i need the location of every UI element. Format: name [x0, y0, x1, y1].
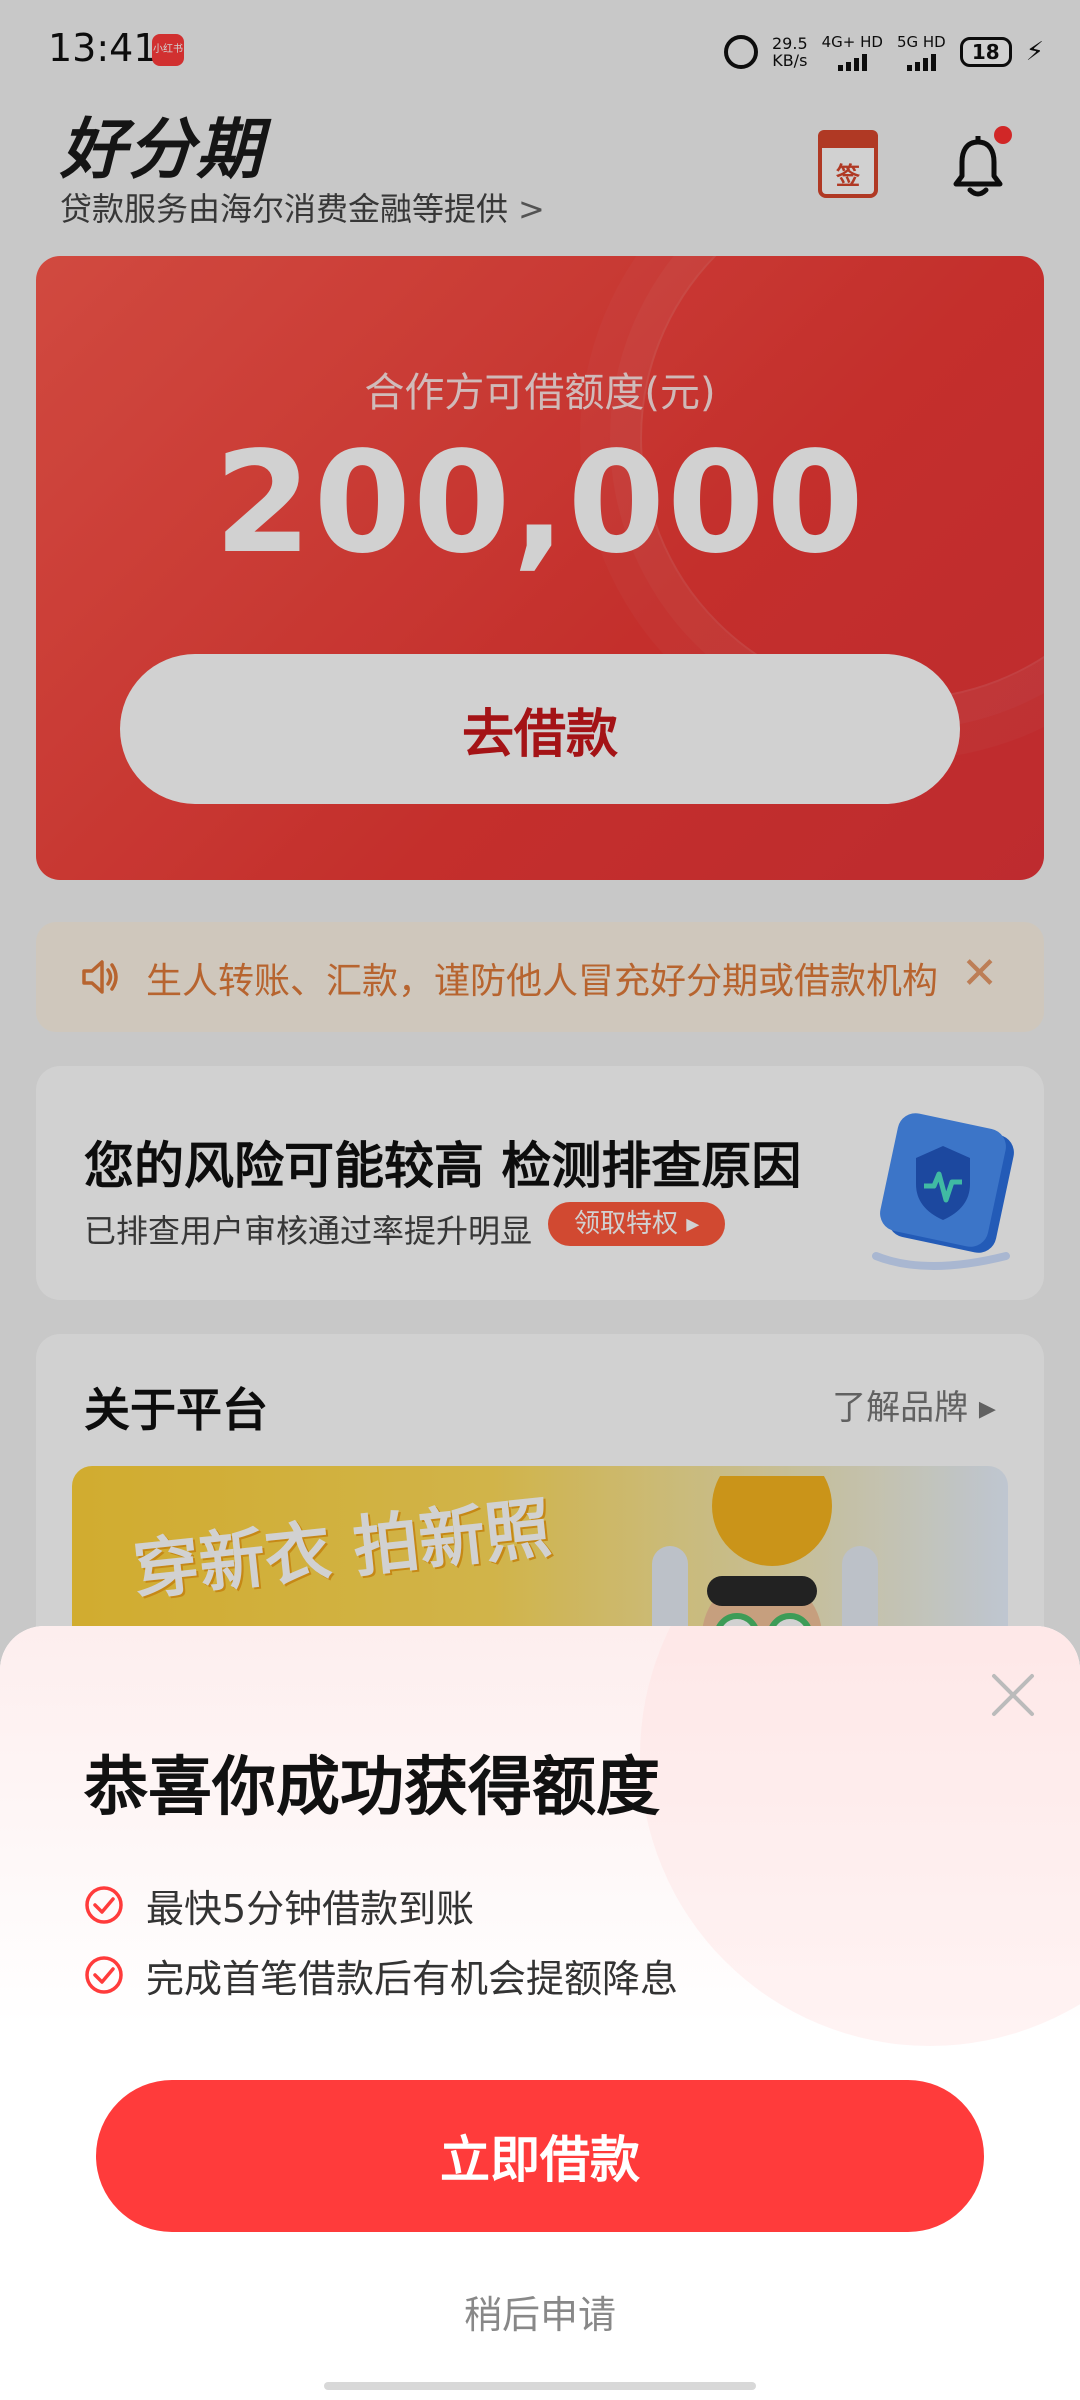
benefit-text: 完成首笔借款后有机会提额降息: [146, 1956, 679, 2001]
close-icon[interactable]: [990, 1672, 1036, 1718]
benefit-item: 最快5分钟借款到账: [84, 1880, 475, 1931]
benefit-text: 最快5分钟借款到账: [146, 1886, 475, 1931]
borrow-now-button[interactable]: 立即借款: [96, 2080, 984, 2232]
home-indicator[interactable]: [324, 2382, 756, 2390]
check-circle-icon: [85, 1956, 123, 1994]
benefit-item: 完成首笔借款后有机会提额降息: [84, 1950, 679, 2001]
apply-later-link[interactable]: 稍后申请: [0, 2284, 1080, 2339]
success-title: 恭喜你成功获得额度: [84, 1751, 660, 1825]
credit-success-sheet: 恭喜你成功获得额度 最快5分钟借款到账 完成首笔借款后有机会提额降息 立即借款 …: [0, 1626, 1080, 2400]
app-screen: 13:41 小红书 29.5 KB/s 4G+ HD 5G HD 18 ⚡ 好分…: [0, 0, 1080, 2400]
check-circle-icon: [85, 1886, 123, 1924]
